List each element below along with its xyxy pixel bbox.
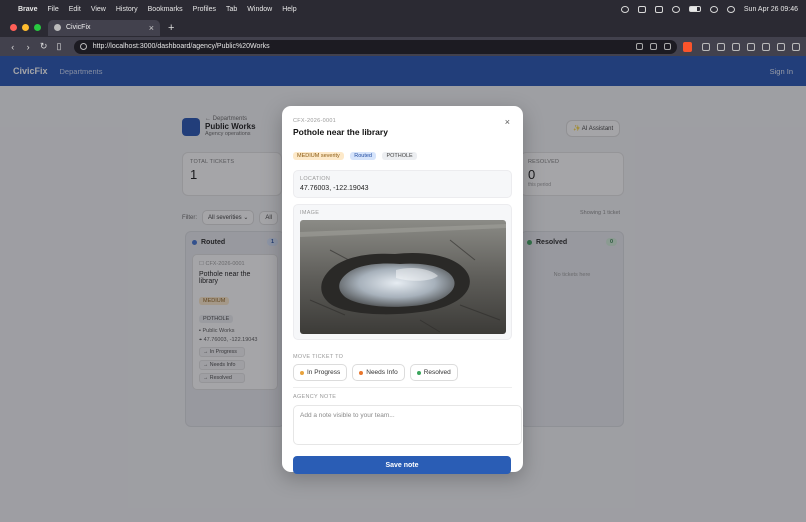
menu-tab[interactable]: Tab: [226, 6, 237, 13]
status-area: Sun Apr 26 09:46: [620, 5, 798, 13]
reader-icon[interactable]: [746, 42, 755, 51]
move-to-in-progress-label: In Progress: [307, 369, 341, 376]
status-dot: [300, 370, 304, 375]
status-icon[interactable]: [637, 5, 646, 13]
agency-note-input[interactable]: [293, 405, 522, 445]
category-badge: POTHOLE: [382, 152, 417, 160]
browser-toolbar: ‹ › ↻ ▯ http://localhost:3000/dashboard/…: [0, 37, 806, 56]
menu-history[interactable]: History: [116, 6, 138, 13]
move-options: In Progress Needs Info Resolved: [293, 364, 512, 381]
move-to-needs-info-label: Needs Info: [366, 369, 398, 376]
extensions: [701, 42, 800, 51]
brave-shields-icon[interactable]: [683, 41, 692, 52]
address-actions: [636, 43, 672, 50]
wallet-icon[interactable]: [731, 42, 740, 51]
site-info-icon[interactable]: [79, 43, 87, 50]
key-icon[interactable]: [716, 42, 725, 51]
severity-badge: MEDIUM severity: [293, 152, 344, 160]
status-icon[interactable]: [654, 5, 663, 13]
back-icon[interactable]: ‹: [6, 42, 19, 52]
browser-tab[interactable]: CivicFix ×: [48, 19, 160, 36]
pothole-photo[interactable]: [300, 220, 506, 334]
location-label: LOCATION: [300, 176, 331, 182]
search-icon[interactable]: [726, 5, 735, 13]
address-bar[interactable]: http://localhost:3000/dashboard/agency/P…: [73, 39, 678, 54]
battery-icon[interactable]: [688, 6, 701, 12]
menu-bookmarks[interactable]: Bookmarks: [148, 6, 183, 13]
move-to-in-progress-button[interactable]: In Progress: [293, 364, 348, 381]
extension-icon[interactable]: [701, 42, 710, 51]
menu-profiles[interactable]: Profiles: [193, 6, 216, 13]
menu-edit[interactable]: Edit: [69, 6, 81, 13]
menu-file[interactable]: File: [47, 6, 58, 13]
menu-window[interactable]: Window: [247, 6, 272, 13]
reload-icon[interactable]: ↻: [37, 41, 50, 52]
ticket-modal: × CFX-2026-0001 Pothole near the library…: [282, 106, 523, 474]
menu-help[interactable]: Help: [282, 6, 296, 13]
menu-app[interactable]: Brave: [18, 6, 37, 13]
ticket-id: CFX-2026-0001: [293, 118, 337, 124]
new-tab-button[interactable]: +: [168, 22, 174, 34]
page: CivicFix Departments Sign In ← Departmen…: [0, 56, 806, 522]
menu-view[interactable]: View: [91, 6, 106, 13]
favicon-icon: [54, 24, 61, 31]
save-note-button[interactable]: Save note: [293, 456, 511, 474]
move-to-resolved-label: Resolved: [423, 369, 451, 376]
profile-icon[interactable]: [776, 42, 785, 51]
tab-strip: CivicFix × +: [0, 18, 806, 37]
close-icon[interactable]: ×: [505, 117, 510, 127]
zoom-window-button[interactable]: [34, 24, 41, 31]
image-box: IMAGE: [293, 204, 512, 340]
location-box: LOCATION 47.76003, -122.19043: [293, 170, 512, 198]
url-text[interactable]: http://localhost:3000/dashboard/agency/P…: [93, 43, 270, 50]
ticket-tags: MEDIUM severity Routed POTHOLE: [293, 144, 512, 162]
menu-bar: Brave File Edit View History Bookmarks P…: [0, 0, 806, 18]
wifi-icon[interactable]: [709, 5, 718, 13]
window-controls: [10, 24, 44, 31]
status-badge: Routed: [350, 152, 376, 160]
tab-title: CivicFix: [66, 24, 91, 31]
divider: [293, 387, 512, 388]
move-to-needs-info-button[interactable]: Needs Info: [352, 364, 405, 381]
zoom-icon[interactable]: [650, 43, 658, 50]
ticket-title: Pothole near the library: [293, 127, 388, 137]
status-dot: [359, 370, 364, 375]
share-icon[interactable]: [664, 43, 672, 50]
note-label: AGENCY NOTE: [293, 394, 337, 400]
image-label: IMAGE: [300, 210, 320, 216]
location-value: 47.76003, -122.19043: [300, 185, 369, 192]
menu-icon[interactable]: [791, 42, 800, 51]
close-window-button[interactable]: [10, 24, 17, 31]
move-to-resolved-button[interactable]: Resolved: [409, 364, 458, 381]
clock[interactable]: Sun Apr 26 09:46: [744, 6, 798, 13]
bookmark-icon[interactable]: ▯: [52, 41, 65, 52]
status-icon[interactable]: [620, 5, 629, 13]
status-dot: [416, 370, 421, 375]
sidebar-icon[interactable]: [761, 42, 770, 51]
minimize-window-button[interactable]: [22, 24, 29, 31]
close-tab-icon[interactable]: ×: [149, 23, 154, 33]
location-icon[interactable]: [636, 43, 644, 50]
move-section-label: MOVE TICKET TO: [293, 354, 344, 360]
forward-icon[interactable]: ›: [21, 42, 34, 52]
status-icon[interactable]: [671, 5, 680, 13]
